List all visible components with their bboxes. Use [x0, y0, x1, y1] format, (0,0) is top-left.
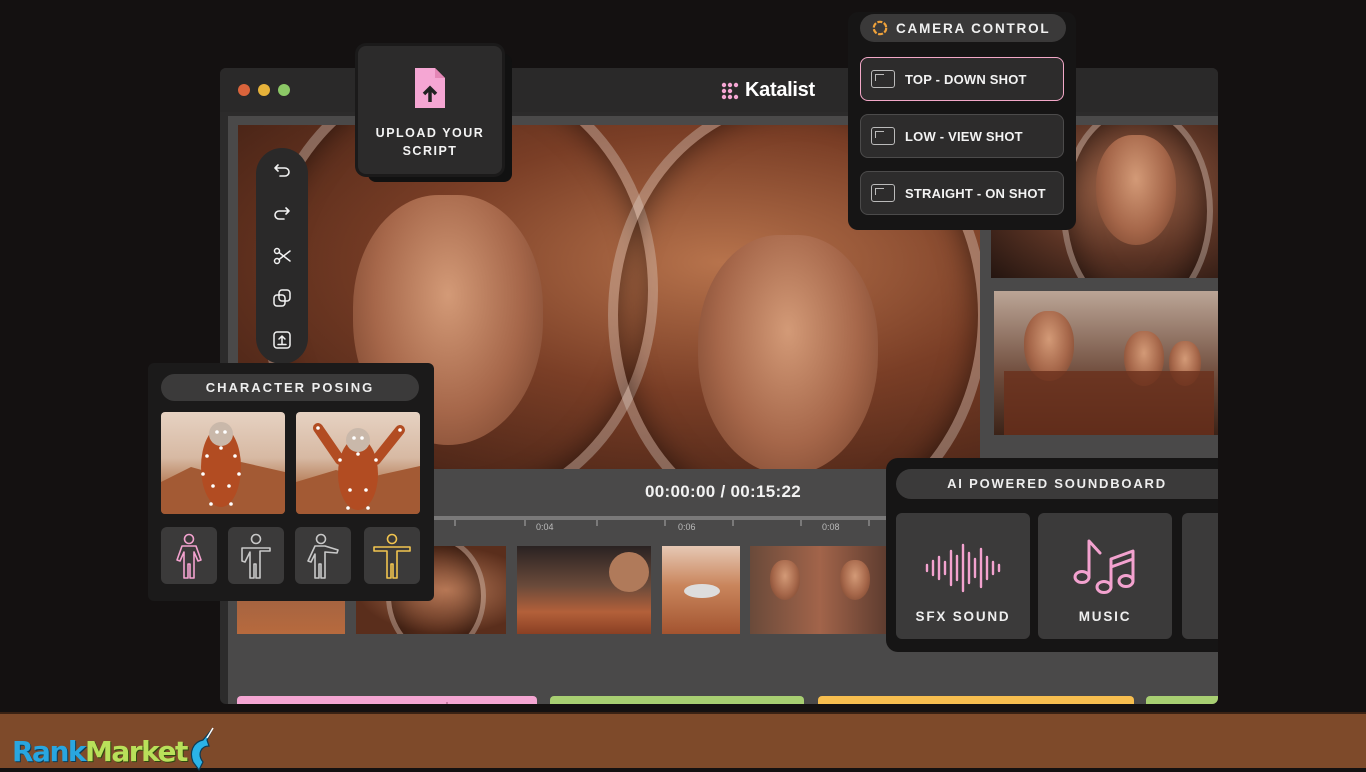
low-view-shot-button[interactable]: LOW - VIEW SHOT	[860, 114, 1064, 158]
scissors-icon	[273, 247, 291, 265]
cut-button[interactable]	[269, 243, 295, 269]
waveform-icon	[818, 696, 1134, 704]
timeline-clip[interactable]	[517, 546, 651, 634]
pose-preview-1[interactable]	[161, 412, 285, 514]
camera-frame-icon	[871, 184, 895, 202]
redo-button[interactable]	[269, 200, 295, 226]
pose-preview-2[interactable]	[296, 412, 420, 514]
undo-icon	[274, 164, 290, 177]
music-card[interactable]: MUSIC	[1038, 513, 1172, 639]
timeline-clip[interactable]	[750, 546, 890, 634]
soundboard-header: AI POWERED SOUNDBOARD	[896, 469, 1218, 499]
timeline-clip[interactable]	[662, 546, 740, 634]
audio-track-green-2[interactable]	[1146, 696, 1218, 704]
upload-script-card[interactable]: UPLOAD YOUR SCRIPT	[358, 46, 502, 174]
export-icon	[273, 331, 291, 349]
camera-control-panel: CAMERA CONTROL TOP - DOWN SHOT LOW - VIE…	[848, 12, 1076, 230]
upload-script-label: UPLOAD YOUR SCRIPT	[375, 126, 485, 158]
character-posing-panel: CHARACTER POSING	[148, 363, 434, 601]
pose-standing-icon	[176, 533, 202, 579]
footer-bar: Rank Market	[0, 712, 1366, 772]
maximize-window-button[interactable]	[278, 84, 290, 96]
rankmarket-logo: Rank Market	[12, 726, 219, 772]
waveform-icon	[550, 696, 804, 704]
app-name: Katalist	[745, 79, 815, 101]
edit-toolbar	[256, 148, 308, 364]
waveform-icon	[1146, 696, 1218, 704]
pose-wave-button[interactable]	[228, 527, 284, 584]
pose-wave-icon	[241, 533, 271, 579]
camera-frame-icon	[871, 70, 895, 88]
music-label: MUSIC	[1078, 609, 1132, 624]
music-notes-icon	[1073, 539, 1135, 594]
undo-button[interactable]	[269, 157, 295, 183]
sfx-sound-card[interactable]: SFX SOUND	[896, 513, 1030, 639]
waveform-icon	[446, 702, 448, 704]
character-posing-header: CHARACTER POSING	[161, 374, 419, 401]
pose-point-icon	[307, 533, 339, 579]
side-thumbnail-2[interactable]	[994, 291, 1218, 435]
export-button[interactable]	[269, 327, 295, 353]
redo-icon	[274, 207, 290, 220]
app-logo: Katalist	[720, 79, 815, 102]
camera-control-header: CAMERA CONTROL	[860, 14, 1066, 42]
timeline-tick-label: 0:08	[822, 522, 840, 532]
audio-track-pink[interactable]	[237, 696, 537, 704]
soundboard-card-partial[interactable]	[1182, 513, 1218, 639]
katalist-logo-icon	[721, 82, 739, 99]
timeline-tick-label: 0:06	[678, 522, 696, 532]
pose-point-button[interactable]	[295, 527, 351, 584]
minimize-window-button[interactable]	[258, 84, 270, 96]
pose-tpose-icon	[373, 533, 411, 579]
timeline-tick-label: 0:04	[536, 522, 554, 532]
file-upload-icon	[415, 68, 445, 108]
audio-track-green[interactable]	[550, 696, 804, 704]
ai-soundboard-panel: AI POWERED SOUNDBOARD SFX SOUND MUSIC	[886, 458, 1218, 652]
pose-tpose-button[interactable]	[364, 527, 420, 584]
duplicate-icon	[273, 289, 291, 307]
sfx-sound-label: SFX SOUND	[915, 609, 1011, 624]
aperture-icon	[872, 20, 888, 36]
top-down-shot-button[interactable]: TOP - DOWN SHOT	[860, 57, 1064, 101]
sound-wave-icon	[925, 543, 1001, 593]
audio-track-yellow[interactable]	[818, 696, 1134, 704]
duplicate-button[interactable]	[269, 285, 295, 311]
camera-frame-icon	[871, 127, 895, 145]
unicorn-logo-icon	[190, 727, 214, 772]
close-window-button[interactable]	[238, 84, 250, 96]
pose-standing-button[interactable]	[161, 527, 217, 584]
straight-on-shot-button[interactable]: STRAIGHT - ON SHOT	[860, 171, 1064, 215]
